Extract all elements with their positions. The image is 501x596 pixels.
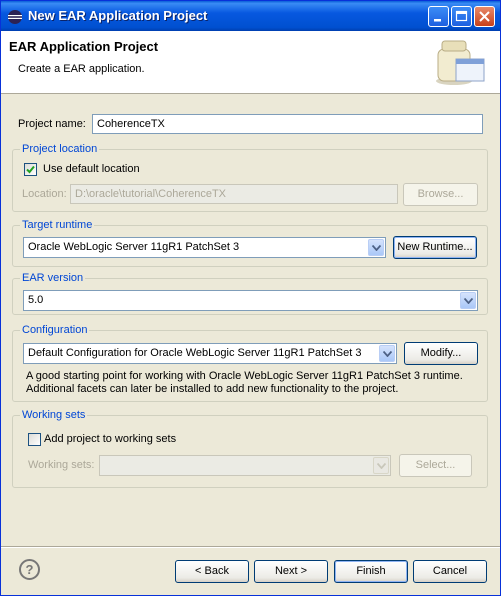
finish-button[interactable]: Finish [334, 560, 408, 583]
add-to-working-sets-checkbox[interactable] [28, 433, 41, 446]
dropdown-arrow-icon[interactable] [373, 457, 389, 474]
wizard-banner: EAR Application Project Create a EAR app… [1, 31, 500, 94]
configuration-value: Default Configuration for Oracle WebLogi… [28, 347, 362, 359]
use-default-location-label[interactable]: Use default location [43, 163, 140, 175]
close-icon [479, 11, 490, 22]
project-location-title: Project location [20, 143, 100, 155]
minimize-icon [434, 19, 441, 22]
configuration-select[interactable]: Default Configuration for Oracle WebLogi… [23, 343, 397, 364]
project-name-input[interactable]: CoherenceTX [92, 114, 483, 134]
new-runtime-button[interactable]: New Runtime... [393, 236, 477, 259]
maximize-icon [455, 10, 468, 22]
target-runtime-title: Target runtime [20, 219, 95, 231]
next-button[interactable]: Next > [254, 560, 328, 583]
help-icon[interactable]: ? [19, 559, 40, 580]
dropdown-arrow-icon[interactable] [460, 292, 476, 309]
minimize-button[interactable] [428, 6, 449, 27]
working-sets-title: Working sets [20, 409, 88, 421]
working-sets-label: Working sets: [28, 459, 95, 471]
target-runtime-select[interactable]: Oracle WebLogic Server 11gR1 PatchSet 3 [23, 237, 386, 258]
back-button[interactable]: < Back [175, 560, 249, 583]
working-sets-group [12, 415, 488, 488]
checkmark-icon [26, 165, 35, 174]
select-working-sets-button[interactable]: Select... [399, 454, 472, 477]
use-default-location-checkbox[interactable] [24, 163, 37, 176]
location-input[interactable]: D:\oracle\tutorial\CoherenceTX [70, 184, 398, 204]
ear-version-title: EAR version [20, 272, 86, 284]
page-description: Create a EAR application. [18, 63, 145, 75]
ear-version-select[interactable]: 5.0 [23, 290, 478, 311]
modify-button[interactable]: Modify... [404, 342, 478, 365]
page-title: EAR Application Project [9, 39, 159, 54]
dialog-window: New EAR Application Project EAR Applicat… [0, 0, 501, 596]
ear-version-value: 5.0 [28, 294, 44, 306]
close-button[interactable] [474, 6, 495, 27]
cancel-button[interactable]: Cancel [413, 560, 487, 583]
title-bar[interactable]: New EAR Application Project [1, 1, 500, 31]
target-runtime-value: Oracle WebLogic Server 11gR1 PatchSet 3 [28, 241, 240, 253]
maximize-button[interactable] [451, 6, 472, 27]
configuration-description: A good starting point for working with O… [26, 370, 463, 395]
location-label: Location: [22, 188, 67, 200]
ear-project-wizard-icon [436, 40, 485, 85]
add-to-working-sets-label[interactable]: Add project to working sets [44, 433, 176, 445]
footer-separator [1, 546, 500, 548]
browse-button[interactable]: Browse... [403, 183, 478, 206]
project-name-label: Project name: [18, 118, 86, 130]
working-sets-select[interactable] [99, 455, 391, 476]
eclipse-icon [8, 10, 22, 24]
dropdown-arrow-icon[interactable] [368, 239, 384, 256]
window-title: New EAR Application Project [28, 8, 208, 23]
dropdown-arrow-icon[interactable] [379, 345, 395, 362]
configuration-title: Configuration [20, 324, 90, 336]
